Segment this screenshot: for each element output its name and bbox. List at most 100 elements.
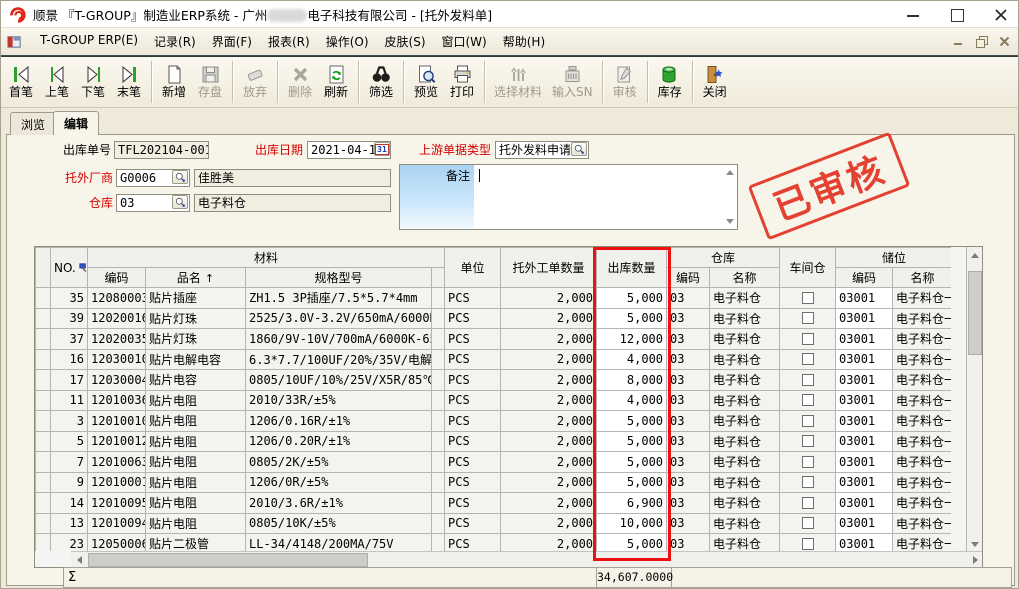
doc-no-field[interactable]: TFL202104-0017 (114, 141, 209, 159)
cell-wo-qty[interactable]: 2,000 (501, 390, 597, 411)
cell-spec[interactable]: 2010/33R/±5% (246, 390, 432, 411)
column-header-shop-warehouse[interactable]: 车间仓 (780, 248, 836, 288)
cell-out-qty[interactable]: 12,000 (597, 329, 667, 350)
cell-loc-code[interactable]: 03001 (836, 493, 893, 514)
cell-loc-name[interactable]: 电子料仓一储 (893, 493, 951, 514)
group-header-material[interactable]: 材料 (88, 248, 445, 268)
cell-wh-name[interactable]: 电子料仓 (710, 472, 780, 493)
cell-no[interactable]: 16 (51, 349, 88, 370)
cell-name[interactable]: 贴片电容 (146, 370, 246, 391)
shop-warehouse-checkbox[interactable] (802, 312, 814, 324)
horizontal-scrollbar[interactable] (71, 551, 983, 567)
cell-spec[interactable]: 0805/10UF/10%/25V/X5R/85℃ (246, 370, 432, 391)
cell-unit[interactable]: PCS (445, 370, 501, 391)
cell-code[interactable]: 12010010 (88, 411, 146, 432)
horizontal-scroll-thumb[interactable] (88, 553, 368, 567)
cell-loc-code[interactable]: 03001 (836, 452, 893, 473)
shop-warehouse-checkbox[interactable] (802, 333, 814, 345)
remark-textarea[interactable] (474, 165, 737, 229)
cell-wh-name[interactable]: 电子料仓 (710, 493, 780, 514)
shop-warehouse-checkbox[interactable] (802, 374, 814, 386)
cell-no[interactable]: 23 (51, 534, 88, 552)
cell-code[interactable]: 12030004 (88, 370, 146, 391)
column-header-loc-code[interactable]: 编码 (836, 268, 893, 288)
cell-shop-warehouse[interactable] (780, 329, 836, 350)
cell-unit[interactable]: PCS (445, 431, 501, 452)
cell-wh-name[interactable]: 电子料仓 (710, 390, 780, 411)
row-selector[interactable] (36, 534, 51, 552)
cell-wh-code[interactable]: 03 (667, 288, 710, 309)
cell-name[interactable]: 贴片插座 (146, 288, 246, 309)
mdi-restore-button[interactable] (976, 36, 987, 47)
cell-unit[interactable]: PCS (445, 349, 501, 370)
toolbar-button-preview[interactable]: 预览 (408, 59, 444, 105)
cell-unit[interactable]: PCS (445, 452, 501, 473)
cell-loc-name[interactable]: 电子料仓一储 (893, 288, 951, 309)
row-selector[interactable] (36, 513, 51, 534)
cell-unit[interactable]: PCS (445, 493, 501, 514)
minimize-button[interactable] (906, 8, 920, 22)
shop-warehouse-checkbox[interactable] (802, 517, 814, 529)
cell-spec[interactable]: 1206/0R/±5% (246, 472, 432, 493)
scroll-right-button[interactable] (967, 552, 983, 568)
cell-spec[interactable]: 2525/3.0V-3.2V/650mA/6000K-650... (246, 308, 432, 329)
cell-wo-qty[interactable]: 2,000 (501, 308, 597, 329)
cell-loc-code[interactable]: 03001 (836, 431, 893, 452)
cell-shop-warehouse[interactable] (780, 390, 836, 411)
maximize-button[interactable] (950, 8, 964, 22)
cell-wo-qty[interactable]: 2,000 (501, 329, 597, 350)
cell-out-qty[interactable]: 5,000 (597, 411, 667, 432)
column-header-code[interactable]: 编码 (88, 268, 146, 288)
cell-wh-code[interactable]: 03 (667, 370, 710, 391)
cell-no[interactable]: 9 (51, 472, 88, 493)
row-selector[interactable] (36, 329, 51, 350)
row-selector[interactable] (36, 390, 51, 411)
cell-wh-code[interactable]: 03 (667, 329, 710, 350)
cell-name[interactable]: 贴片电阻 (146, 390, 246, 411)
cell-code[interactable]: 12030010 (88, 349, 146, 370)
cell-out-qty[interactable]: 4,000 (597, 349, 667, 370)
cell-loc-name[interactable]: 电子料仓一储 (893, 308, 951, 329)
cell-spec[interactable]: 0805/10K/±5% (246, 513, 432, 534)
cell-unit[interactable]: PCS (445, 308, 501, 329)
cell-code[interactable]: 12020016 (88, 308, 146, 329)
cell-loc-name[interactable]: 电子料仓一储 (893, 431, 951, 452)
cell-out-qty[interactable]: 5,000 (597, 472, 667, 493)
menu-item-0[interactable]: T-GROUP ERP(E) (32, 30, 146, 53)
cell-wh-code[interactable]: 03 (667, 390, 710, 411)
cell-unit[interactable]: PCS (445, 288, 501, 309)
calendar-button[interactable]: 31 (374, 142, 390, 156)
toolbar-button-inventory[interactable]: 库存 (652, 59, 688, 105)
cell-wh-code[interactable]: 03 (667, 472, 710, 493)
row-selector[interactable] (36, 411, 51, 432)
row-selector[interactable] (36, 452, 51, 473)
scroll-left-button[interactable] (71, 552, 87, 568)
cell-wo-qty[interactable]: 2,000 (501, 431, 597, 452)
cell-code[interactable]: 12010001 (88, 472, 146, 493)
cell-unit[interactable]: PCS (445, 472, 501, 493)
cell-wh-code[interactable]: 03 (667, 349, 710, 370)
cell-wh-name[interactable]: 电子料仓 (710, 411, 780, 432)
row-selector[interactable] (36, 349, 51, 370)
cell-loc-code[interactable]: 03001 (836, 308, 893, 329)
menu-item-3[interactable]: 报表(R) (260, 30, 318, 53)
column-header-no[interactable]: NO. (51, 248, 88, 288)
vertical-scrollbar[interactable] (966, 247, 982, 552)
cell-out-qty[interactable]: 10,000 (597, 513, 667, 534)
cell-out-qty[interactable]: 5,000 (597, 308, 667, 329)
cell-unit[interactable]: PCS (445, 390, 501, 411)
cell-shop-warehouse[interactable] (780, 411, 836, 432)
toolbar-button-print[interactable]: 打印 (444, 59, 480, 105)
cell-wh-name[interactable]: 电子料仓 (710, 349, 780, 370)
cell-loc-name[interactable]: 电子料仓一储 (893, 534, 951, 552)
cell-spec[interactable]: 1206/0.16R/±1% (246, 411, 432, 432)
group-header-location[interactable]: 储位 (836, 248, 951, 268)
cell-code[interactable]: 12080003 (88, 288, 146, 309)
cell-shop-warehouse[interactable] (780, 472, 836, 493)
cell-code[interactable]: 12010063 (88, 452, 146, 473)
cell-wo-qty[interactable]: 2,000 (501, 452, 597, 473)
cell-wh-name[interactable]: 电子料仓 (710, 452, 780, 473)
menu-item-7[interactable]: 帮助(H) (495, 30, 553, 53)
cell-name[interactable]: 贴片电阻 (146, 431, 246, 452)
cell-wh-name[interactable]: 电子料仓 (710, 431, 780, 452)
